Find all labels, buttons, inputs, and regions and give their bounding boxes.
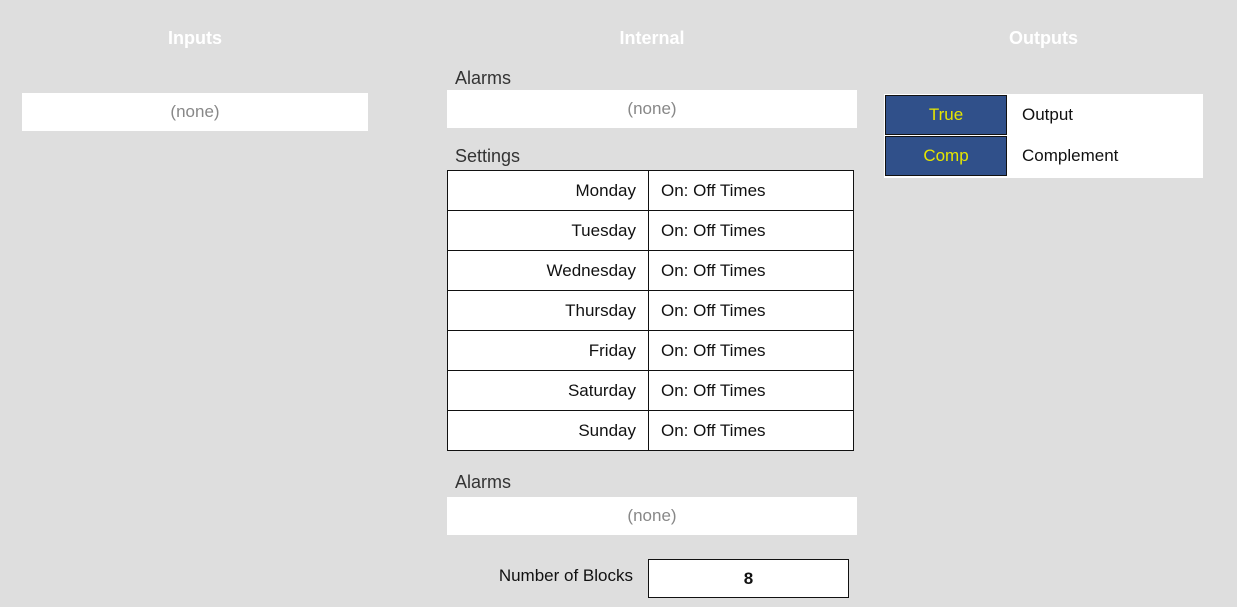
schedule-cell[interactable]: On: Off Times [648, 210, 854, 251]
inputs-value: (none) [22, 93, 368, 131]
output-label: Output [1022, 105, 1074, 124]
table-row: Sunday On: Off Times [447, 410, 854, 451]
table-row: Tuesday On: Off Times [447, 210, 854, 251]
output-row-true: True Output [884, 95, 1203, 135]
block-config-panel: Inputs Internal Outputs (none) Alarms (n… [0, 0, 1237, 607]
table-row: Saturday On: Off Times [447, 370, 854, 411]
day-cell: Monday [447, 170, 649, 211]
table-row: Friday On: Off Times [447, 330, 854, 371]
internal-column-title: Internal [619, 28, 685, 48]
inputs-column-title: Inputs [168, 28, 222, 48]
day-cell: Friday [447, 330, 649, 371]
table-row: Monday On: Off Times [447, 170, 854, 211]
schedule-cell[interactable]: On: Off Times [648, 290, 854, 331]
day-cell: Tuesday [447, 210, 649, 251]
table-row: Thursday On: Off Times [447, 290, 854, 331]
output-tag-comp[interactable]: Comp [885, 136, 1007, 176]
output-tag-true[interactable]: True [885, 95, 1007, 135]
day-cell: Saturday [447, 370, 649, 411]
outputs-column-title: Outputs [1009, 28, 1078, 48]
number-of-blocks-field[interactable]: 8 [648, 559, 849, 598]
alarms-top-value: (none) [447, 90, 857, 128]
alarms-bottom-label: Alarms [455, 472, 512, 492]
settings-label: Settings [455, 146, 521, 166]
schedule-cell[interactable]: On: Off Times [648, 410, 854, 451]
alarms-bottom-value: (none) [447, 497, 857, 535]
output-row-comp: Comp Complement [884, 136, 1203, 176]
schedule-cell[interactable]: On: Off Times [648, 250, 854, 291]
number-of-blocks-label: Number of Blocks [498, 566, 633, 585]
day-cell: Thursday [447, 290, 649, 331]
alarms-top-label: Alarms [455, 68, 512, 88]
schedule-cell[interactable]: On: Off Times [648, 330, 854, 371]
settings-table: Monday On: Off Times Tuesday On: Off Tim… [447, 170, 854, 451]
day-cell: Sunday [447, 410, 649, 451]
table-row: Wednesday On: Off Times [447, 250, 854, 291]
output-label: Complement [1022, 146, 1119, 165]
day-cell: Wednesday [447, 250, 649, 291]
outputs-list: True Output Comp Complement [884, 94, 1203, 178]
schedule-cell[interactable]: On: Off Times [648, 370, 854, 411]
schedule-cell[interactable]: On: Off Times [648, 170, 854, 211]
